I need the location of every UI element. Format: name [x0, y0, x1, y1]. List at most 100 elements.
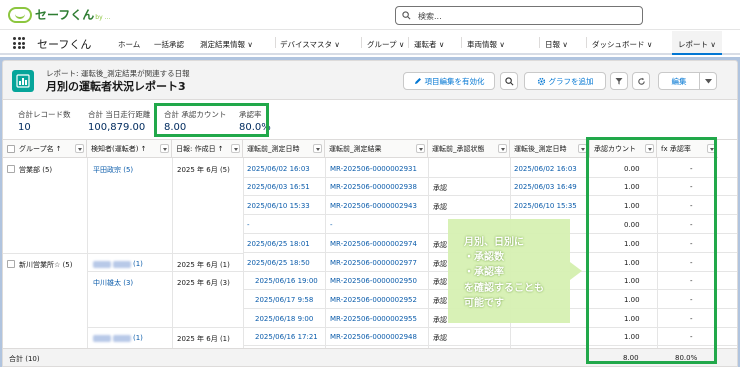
refresh-button[interactable] [632, 72, 650, 90]
column-header-label: 日報: 作成日 ↑ [176, 144, 224, 153]
nav-separator [361, 37, 362, 48]
driver-link[interactable]: (1) [93, 260, 143, 268]
stat-label: 合計 当日走行距離 [88, 110, 151, 119]
row-checkbox[interactable] [7, 165, 15, 173]
column-menu-dropdown[interactable] [160, 144, 169, 153]
add-chart-button[interactable]: グラフを追加 [524, 72, 606, 90]
enable-field-edit-button[interactable]: 項目編集を有効化 [403, 72, 495, 90]
pre-measure-datetime[interactable]: 2025/06/16 17:21 [255, 333, 318, 341]
driver-link[interactable]: 平田政宗 (5) [93, 165, 133, 175]
nav-item-drivers[interactable]: 運転者 ∨ [414, 39, 444, 50]
edit-button[interactable]: 編集 [658, 72, 700, 90]
app-name: セーフくん [37, 38, 92, 51]
nav-separator [586, 37, 587, 48]
post-measure-datetime[interactable]: 2025/06/10 15:35 [514, 202, 577, 210]
nav-item-dashboard[interactable]: ダッシュボード ∨ [592, 39, 652, 50]
pre-measure-result-link[interactable]: MR-202506-0000002955 [330, 315, 417, 323]
column-header-label: 検知者(運転者) ↑ [91, 144, 147, 153]
pre-measure-datetime[interactable]: - [247, 221, 250, 229]
nav-item-daily-reports[interactable]: 日報 ∨ [545, 39, 568, 50]
column-header-group[interactable]: グループ名 ↑ [3, 140, 87, 158]
nav-separator [275, 37, 276, 48]
pre-measure-result-link[interactable]: - [330, 221, 333, 229]
logo-bubble-icon [8, 6, 32, 23]
nav-item-bulk-approve[interactable]: 一括承認 [154, 39, 184, 50]
driver-divider [87, 271, 243, 272]
pre-measure-result-link[interactable]: MR-202506-0000002948 [330, 333, 417, 341]
nav-item-home[interactable]: ホーム [118, 39, 140, 50]
pre-measure-datetime[interactable]: 2025/06/18 9:00 [255, 315, 313, 323]
column-menu-dropdown[interactable] [75, 144, 84, 153]
column-header-post-datetime[interactable]: 運転後_測定日時 [510, 140, 590, 158]
report-month: 2025 年 6月 (1) [177, 335, 230, 343]
search-icon [504, 76, 513, 85]
driver-link[interactable]: (1) [93, 334, 143, 342]
app-logo[interactable]: セーフくん by ... [8, 6, 110, 23]
pre-measure-datetime[interactable]: 2025/06/03 16:51 [247, 183, 310, 191]
enable-field-edit-label: 項目編集を有効化 [424, 76, 485, 86]
redacted-name [113, 334, 131, 342]
search-placeholder: 検索... [418, 12, 442, 21]
stat-total-distance: 合計 当日走行距離 100,879.00 [88, 109, 150, 133]
nav-item-reports[interactable]: レポート ∨ [672, 31, 722, 55]
report-month: 2025 年 6月 (3) [177, 279, 230, 287]
nav-separator [539, 37, 540, 48]
add-chart-label: グラフを追加 [548, 76, 594, 86]
driver-link[interactable]: 中川雄太 (3) [93, 278, 133, 288]
pre-approval-status: 承認 [433, 241, 447, 249]
column-header-pre-datetime[interactable]: 運転前_測定日時 [243, 140, 325, 158]
grid-line [428, 158, 429, 348]
post-measure-datetime[interactable]: 2025/06/03 16:49 [514, 183, 577, 191]
pre-measure-result-link[interactable]: MR-202506-0000002952 [330, 296, 417, 304]
edit-menu-dropdown[interactable] [700, 72, 717, 90]
column-header-label: 運転後_測定日時 [514, 144, 567, 153]
refresh-icon [637, 77, 645, 85]
pre-measure-datetime[interactable]: 2025/06/10 15:33 [247, 202, 310, 210]
filter-button[interactable] [610, 72, 628, 90]
column-menu-dropdown[interactable] [498, 144, 507, 153]
driver-divider [87, 253, 243, 254]
nav-item-devices[interactable]: デバイスマスタ ∨ [280, 39, 340, 50]
report-search-button[interactable] [500, 72, 518, 90]
pre-measure-result-link[interactable]: MR-202506-0000002943 [330, 202, 417, 210]
pre-approval-status: 承認 [433, 334, 447, 342]
column-header-label: 運転前_承認状態 [432, 144, 485, 153]
redacted-name [113, 260, 131, 268]
pre-measure-result-link[interactable]: MR-202506-0000002931 [330, 165, 417, 173]
column-menu-dropdown[interactable] [231, 144, 240, 153]
pre-approval-status: 承認 [433, 297, 447, 305]
total-label: 合計 (10) [9, 355, 40, 363]
app-launcher-icon[interactable] [13, 37, 25, 49]
callout-text: 月別、日別に ・承認数 ・承認率 を確認することも 可能です [464, 237, 544, 309]
column-menu-dropdown[interactable] [416, 144, 425, 153]
report-header: レポート: 運転後_測定結果が関連する日報 月別の運転者状況レポート3 項目編集… [2, 60, 738, 100]
pre-measure-result-link[interactable]: MR-202506-0000002974 [330, 240, 417, 248]
nav-item-vehicles[interactable]: 車両情報 ∨ [467, 39, 505, 50]
pre-measure-result-link[interactable]: MR-202506-0000002950 [330, 277, 417, 285]
nav-item-groups[interactable]: グループ ∨ [367, 39, 404, 50]
column-header-pre-result[interactable]: 運転前_測定結果 [325, 140, 428, 158]
highlight-summary-box [154, 103, 269, 137]
column-menu-dropdown[interactable] [313, 144, 322, 153]
pre-measure-result-link[interactable]: MR-202506-0000002977 [330, 259, 417, 267]
row-checkbox[interactable] [7, 260, 15, 268]
select-all-checkbox[interactable] [7, 144, 15, 153]
global-header: セーフくん by ... 検索... [0, 0, 740, 30]
callout-pointer [570, 262, 582, 280]
pre-measure-datetime[interactable]: 2025/06/25 18:50 [247, 259, 310, 267]
pre-measure-datetime[interactable]: 2025/06/25 18:01 [247, 240, 310, 248]
pre-measure-datetime[interactable]: 2025/06/02 16:03 [247, 165, 310, 173]
pre-measure-datetime[interactable]: 2025/06/16 19:00 [255, 277, 318, 285]
group-name: 新川営業所☆ (5) [19, 261, 73, 269]
stat-total-records: 合計レコード数 10 [18, 109, 71, 133]
post-measure-datetime[interactable]: 2025/06/02 16:03 [514, 165, 577, 173]
column-header-pre-status[interactable]: 運転前_承認状態 [428, 140, 510, 158]
column-header-driver[interactable]: 検知者(運転者) ↑ [87, 140, 172, 158]
gear-icon [537, 77, 545, 85]
pre-measure-datetime[interactable]: 2025/06/17 9:58 [255, 296, 313, 304]
column-header-report-date[interactable]: 日報: 作成日 ↑ [172, 140, 243, 158]
global-search-input[interactable]: 検索... [395, 6, 643, 25]
pre-measure-result-link[interactable]: MR-202506-0000002938 [330, 183, 417, 191]
nav-item-measurements[interactable]: 測定結果情報 ∨ [200, 39, 253, 50]
highlight-approval-columns [586, 137, 717, 364]
